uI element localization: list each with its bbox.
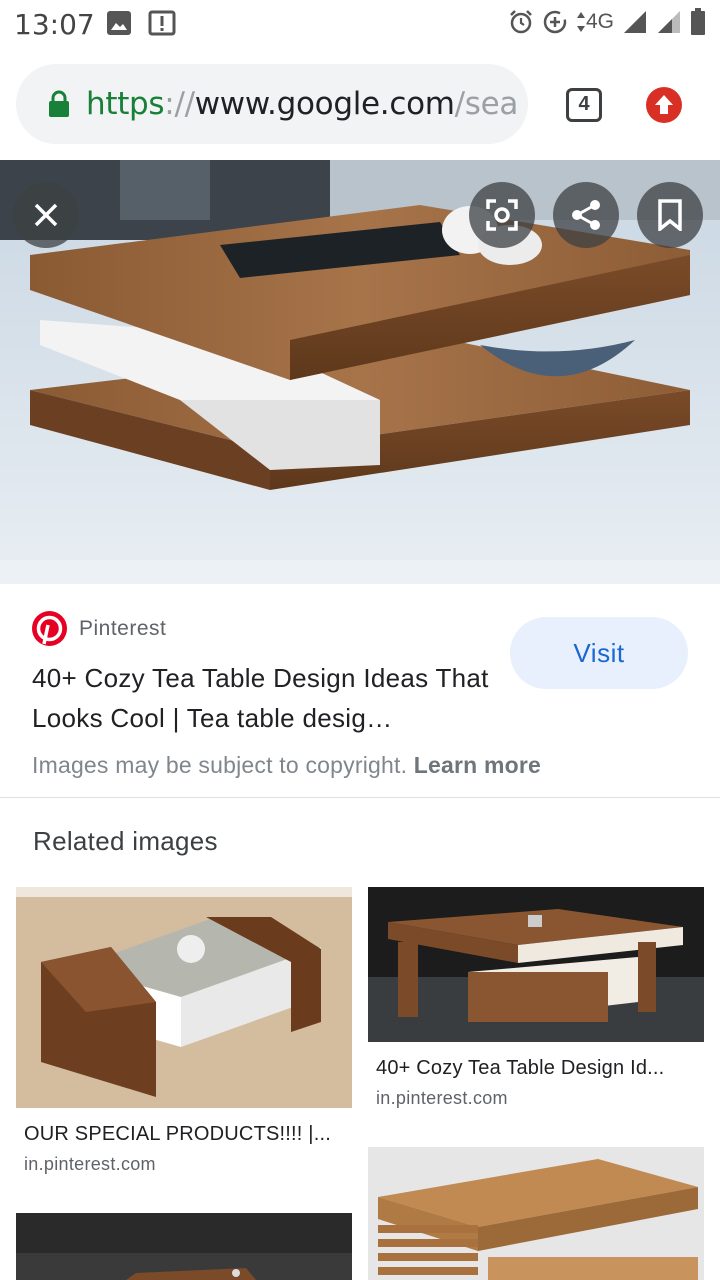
tab-switcher-button[interactable]: 4 xyxy=(566,88,602,122)
system-status-icons: 4G xyxy=(508,8,706,36)
related-image-caption: OUR SPECIAL PRODUCTS!!!! |... xyxy=(24,1123,331,1145)
copyright-text: Images may be subject to copyright. xyxy=(32,752,408,778)
related-image-card[interactable] xyxy=(368,1147,704,1280)
google-lens-icon xyxy=(486,199,518,231)
related-image-domain: in.pinterest.com xyxy=(376,1088,508,1108)
source-name: Pinterest xyxy=(79,616,167,640)
source-row[interactable]: Pinterest xyxy=(32,611,166,646)
result-details: Pinterest 40+ Cozy Tea Table Design Idea… xyxy=(0,584,720,798)
alert-notification-icon xyxy=(148,10,176,36)
related-image-card[interactable]: OUR SPECIAL PRODUCTS!!!! |... in.pintere… xyxy=(16,887,352,1197)
battery-icon xyxy=(691,8,705,35)
related-image-thumbnail xyxy=(16,887,352,1108)
visit-button[interactable]: Visit xyxy=(510,617,688,689)
lock-icon xyxy=(49,90,69,117)
url-path: /sea xyxy=(454,86,519,122)
alarm-icon xyxy=(510,10,532,34)
image-notification-icon xyxy=(107,11,131,35)
table-thumbnail-2 xyxy=(368,887,704,1042)
result-title[interactable]: 40+ Cozy Tea Table Design Ideas That Loo… xyxy=(32,658,502,738)
url-scheme: https xyxy=(86,86,165,122)
related-image-thumbnail xyxy=(368,887,704,1042)
address-bar[interactable]: https://www.google.com/sea xyxy=(16,64,528,144)
network-type: 4G xyxy=(585,10,614,33)
table-thumbnail-1 xyxy=(16,887,352,1108)
pinterest-p-icon xyxy=(36,615,63,645)
data-arrows-icon xyxy=(576,12,585,32)
save-button[interactable] xyxy=(637,182,703,248)
close-button[interactable] xyxy=(13,182,79,248)
status-time: 13:07 xyxy=(14,8,95,41)
close-icon xyxy=(34,203,58,227)
url-host: www.google.com xyxy=(194,86,455,122)
data-saver-icon xyxy=(543,10,567,34)
learn-more-link[interactable]: Learn more xyxy=(414,752,541,778)
copyright-notice: Images may be subject to copyright. Lear… xyxy=(32,752,541,779)
related-images-heading: Related images xyxy=(33,826,218,856)
url-separator: :// xyxy=(164,86,195,122)
preview-image[interactable] xyxy=(0,160,720,584)
status-bar: 13:07 4G xyxy=(0,0,720,50)
pinterest-logo-icon xyxy=(32,611,67,646)
table-thumbnail-3 xyxy=(16,1213,352,1280)
share-button[interactable] xyxy=(553,182,619,248)
related-image-thumbnail xyxy=(16,1213,352,1280)
bookmark-icon xyxy=(658,199,682,231)
table-thumbnail-4 xyxy=(368,1147,704,1280)
share-icon xyxy=(572,200,600,230)
browser-toolbar: https://www.google.com/sea 4 xyxy=(0,50,720,160)
signal-secondary-icon xyxy=(658,11,680,33)
url-text: https://www.google.com/sea xyxy=(86,86,518,122)
related-image-caption: 40+ Cozy Tea Table Design Id... xyxy=(376,1057,665,1079)
related-image-domain: in.pinterest.com xyxy=(24,1154,156,1174)
arrow-up-icon xyxy=(655,95,673,114)
notification-icons xyxy=(106,10,176,38)
update-button[interactable] xyxy=(646,87,682,123)
related-image-thumbnail xyxy=(368,1147,704,1280)
signal-icon xyxy=(624,11,646,33)
related-image-card[interactable]: 40+ Cozy Tea Table Design Id... in.pinte… xyxy=(368,887,704,1127)
lens-button[interactable] xyxy=(469,182,535,248)
related-image-card[interactable] xyxy=(16,1213,352,1280)
